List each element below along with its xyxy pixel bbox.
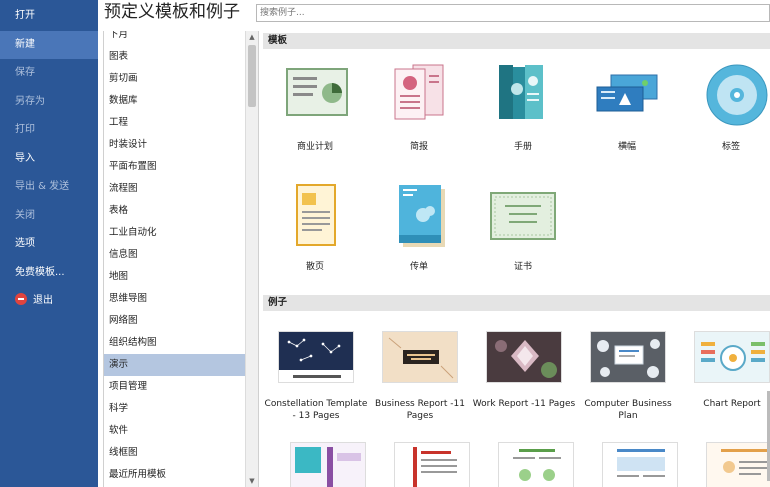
category-item[interactable]: 思维导图 <box>104 288 246 310</box>
menu-exit[interactable]: 退出 <box>0 287 98 315</box>
app-window: 打开 新建 保存 另存为 打印 导入 导出 & 发送 关闭 选项 免费模板...… <box>0 0 770 487</box>
example-thumbnail-partial[interactable] <box>602 442 678 487</box>
example-card[interactable]: Chart Report <box>680 331 770 410</box>
menu-save-as[interactable]: 另存为 <box>0 88 98 116</box>
category-item[interactable]: 时装设计 <box>104 134 246 156</box>
menu-exit-label: 退出 <box>33 295 53 306</box>
page-title: 预定义模板和例子 <box>104 2 240 22</box>
exit-icon <box>15 293 27 305</box>
category-item[interactable]: 平面布置图 <box>104 156 246 178</box>
template-card[interactable]: 简报 <box>369 61 469 153</box>
certificate-icon <box>485 181 561 257</box>
menu-import[interactable]: 导入 <box>0 145 98 173</box>
template-label: 手册 <box>513 142 532 152</box>
category-item[interactable]: 图表 <box>104 46 246 68</box>
gallery-area: 模板 商业计划 简报 手册 横幅 标签 散页 传单 证书 例子 Constell… <box>263 31 770 487</box>
example-card[interactable]: Computer Business Plan <box>576 331 680 422</box>
template-card[interactable]: 传单 <box>369 181 469 273</box>
examples-heading: 例子 <box>263 295 770 311</box>
search-input[interactable] <box>256 4 770 22</box>
brochure-icon <box>485 61 561 137</box>
template-card[interactable]: 手册 <box>473 61 573 153</box>
category-item[interactable]: 线框图 <box>104 442 246 464</box>
category-item[interactable]: 剪切画 <box>104 68 246 90</box>
category-item[interactable]: 最近所用模板 <box>104 464 246 486</box>
template-label: 商业计划 <box>296 142 333 152</box>
category-item[interactable]: 地图 <box>104 266 246 288</box>
category-item[interactable]: 组织结构图 <box>104 332 246 354</box>
example-thumbnail-partial[interactable] <box>394 442 470 487</box>
example-thumbnail <box>590 331 666 383</box>
scroll-down-icon[interactable]: ▼ <box>246 475 258 487</box>
example-label: Constellation Template - 13 Pages <box>264 399 368 421</box>
menu-close[interactable]: 关闭 <box>0 202 98 230</box>
template-card[interactable]: 证书 <box>473 181 573 273</box>
example-label: Computer Business Plan <box>584 399 672 421</box>
category-item[interactable]: 项目管理 <box>104 376 246 398</box>
example-thumbnail <box>694 331 770 383</box>
category-item[interactable]: 软件 <box>104 420 246 442</box>
template-label: 简报 <box>409 142 428 152</box>
template-label: 散页 <box>305 262 324 272</box>
flyer-icon <box>277 181 353 257</box>
category-scrollbar[interactable]: ▲ ▼ <box>245 31 258 487</box>
file-menu-sidebar: 打开 新建 保存 另存为 打印 导入 导出 & 发送 关闭 选项 免费模板...… <box>0 0 98 487</box>
category-item[interactable]: 网络图 <box>104 310 246 332</box>
category-item[interactable]: 流程图 <box>104 178 246 200</box>
category-item[interactable]: 工程 <box>104 112 246 134</box>
template-label: 标签 <box>721 142 740 152</box>
example-thumbnail <box>382 331 458 383</box>
scroll-up-icon[interactable]: ▲ <box>246 31 258 43</box>
example-thumbnail-partial[interactable] <box>290 442 366 487</box>
category-item[interactable]: 工业自动化 <box>104 222 246 244</box>
menu-free-templates[interactable]: 免费模板... <box>0 259 98 287</box>
category-item[interactable]: 信息图 <box>104 244 246 266</box>
template-label: 证书 <box>513 262 532 272</box>
menu-options[interactable]: 选项 <box>0 230 98 258</box>
example-card[interactable]: Work Report -11 Pages <box>472 331 576 410</box>
template-card[interactable]: 标签 <box>681 61 770 153</box>
template-card[interactable]: 散页 <box>265 181 365 273</box>
category-item[interactable]: 科学 <box>104 398 246 420</box>
category-panel: 下月 图表 剪切画 数据库 工程 时装设计 平面布置图 流程图 表格 工业自动化… <box>103 31 259 487</box>
example-thumbnail <box>486 331 562 383</box>
menu-new[interactable]: 新建 <box>0 31 98 59</box>
newsletter-icon <box>381 61 457 137</box>
template-card[interactable]: 商业计划 <box>265 61 365 153</box>
example-thumbnail-partial[interactable] <box>498 442 574 487</box>
example-label: Business Report -11 Pages <box>375 399 465 421</box>
category-item[interactable]: 下月 <box>104 31 246 46</box>
template-label: 横幅 <box>617 142 636 152</box>
menu-export-send[interactable]: 导出 & 发送 <box>0 173 98 201</box>
leaflet-icon <box>381 181 457 257</box>
template-label: 传单 <box>409 262 428 272</box>
example-card[interactable]: Business Report -11 Pages <box>368 331 472 422</box>
banner-icon <box>589 61 665 137</box>
example-label: Chart Report <box>703 399 761 409</box>
example-card[interactable]: Constellation Template - 13 Pages <box>264 331 368 422</box>
category-item[interactable]: 数据库 <box>104 90 246 112</box>
category-item[interactable]: 表格 <box>104 200 246 222</box>
templates-heading: 模板 <box>263 33 770 49</box>
category-item-selected[interactable]: 演示 <box>104 354 246 376</box>
cd-label-icon <box>693 61 769 137</box>
menu-save[interactable]: 保存 <box>0 59 98 87</box>
category-list: 下月 图表 剪切画 数据库 工程 时装设计 平面布置图 流程图 表格 工业自动化… <box>104 31 246 486</box>
example-thumbnail-partial[interactable] <box>706 442 770 487</box>
example-thumbnail <box>278 331 354 383</box>
business-plan-icon <box>277 61 353 137</box>
example-label: Work Report -11 Pages <box>472 399 576 409</box>
scroll-thumb[interactable] <box>248 45 256 107</box>
template-card[interactable]: 横幅 <box>577 61 677 153</box>
menu-print[interactable]: 打印 <box>0 116 98 144</box>
menu-open[interactable]: 打开 <box>0 2 98 30</box>
